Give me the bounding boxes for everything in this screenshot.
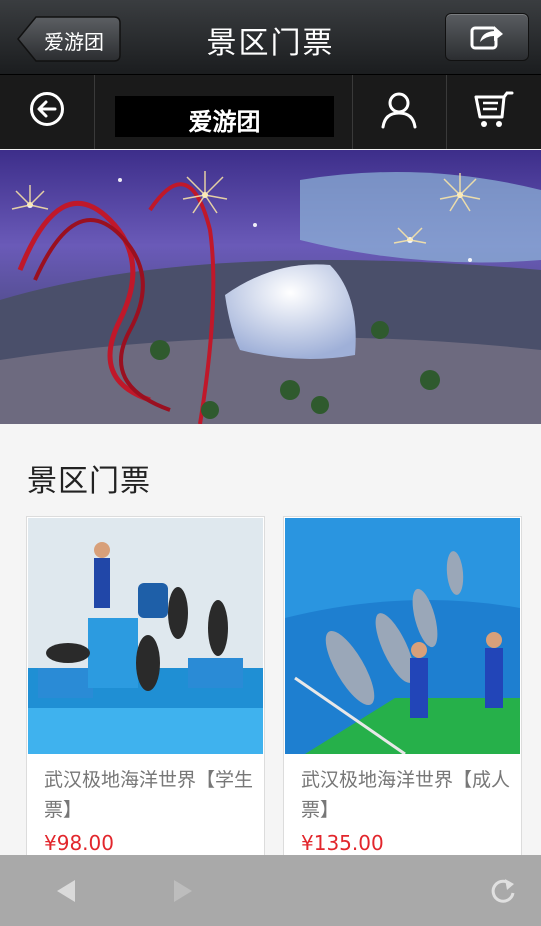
nav-user-button[interactable] <box>353 75 447 149</box>
browser-toolbar <box>0 855 541 926</box>
product-card[interactable]: 武汉极地海洋世界【学生票】 ¥98.00 <box>26 516 265 878</box>
cart-icon <box>474 91 514 127</box>
user-icon <box>381 92 417 129</box>
product-name: 武汉极地海洋世界【学生票】 <box>44 769 254 821</box>
share-icon <box>470 26 503 50</box>
product-name: 武汉极地海洋世界【成人票】 <box>301 769 511 821</box>
nav-logo[interactable]: 爱游团 <box>95 75 353 149</box>
logo-text: 爱游团 <box>188 108 261 136</box>
nav-cart-button[interactable] <box>447 75 541 149</box>
share-button[interactable] <box>445 13 529 61</box>
nav-back-button[interactable] <box>0 75 95 149</box>
product-price: ¥98.00 <box>44 831 114 855</box>
banner-image[interactable] <box>0 150 541 424</box>
theme-park-illustration <box>0 150 541 424</box>
product-image <box>285 518 520 754</box>
product-price: ¥135.00 <box>301 831 384 855</box>
sea-lion-show-photo <box>28 518 263 754</box>
top-bar: 爱游团 景区门票 <box>0 0 541 75</box>
nav-bar: 爱游团 <box>0 75 541 149</box>
logo: 爱游团 <box>115 96 334 137</box>
triangle-right-icon[interactable] <box>172 878 194 904</box>
product-image <box>28 518 263 754</box>
ticket-section: 景区门票 武汉极地海洋世界【学生票】 ¥98.00 武汉极地海洋世界【成人票】 … <box>0 424 541 878</box>
dolphin-show-photo <box>285 518 520 754</box>
refresh-icon[interactable] <box>489 876 517 906</box>
section-title: 景区门票 <box>27 464 151 499</box>
product-card[interactable]: 武汉极地海洋世界【成人票】 ¥135.00 <box>283 516 522 878</box>
triangle-left-icon[interactable] <box>55 878 77 904</box>
back-circle-icon <box>30 92 64 126</box>
